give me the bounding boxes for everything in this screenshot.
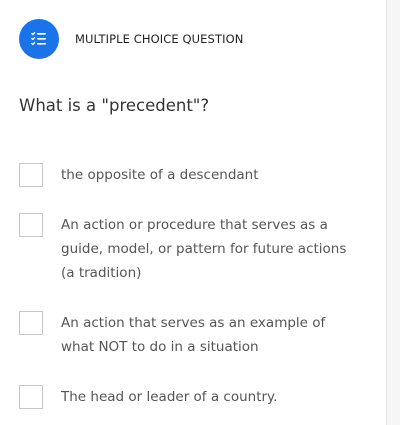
option-label: the opposite of a descendant bbox=[61, 167, 259, 183]
list-check-icon bbox=[31, 32, 46, 46]
option-checkbox[interactable] bbox=[19, 311, 43, 335]
option-checkbox[interactable] bbox=[19, 163, 43, 187]
question-card: MULTIPLE CHOICE QUESTION What is a "prec… bbox=[0, 0, 387, 425]
option-label: The head or leader of a country. bbox=[61, 389, 278, 405]
option-4[interactable]: The head or leader of a country. bbox=[19, 385, 351, 409]
question-header: MULTIPLE CHOICE QUESTION bbox=[19, 19, 243, 59]
option-checkbox[interactable] bbox=[19, 213, 43, 237]
option-3[interactable]: An action that serves as an example of w… bbox=[19, 311, 351, 359]
option-label: An action that serves as an example of w… bbox=[61, 315, 326, 355]
option-checkbox[interactable] bbox=[19, 385, 43, 409]
option-label: An action or procedure that serves as a … bbox=[61, 217, 347, 281]
option-1[interactable]: the opposite of a descendant bbox=[19, 163, 351, 187]
option-2[interactable]: An action or procedure that serves as a … bbox=[19, 213, 351, 285]
question-type-badge bbox=[19, 19, 59, 59]
question-type-label: MULTIPLE CHOICE QUESTION bbox=[75, 32, 244, 46]
question-text: What is a "precedent"? bbox=[19, 96, 210, 115]
